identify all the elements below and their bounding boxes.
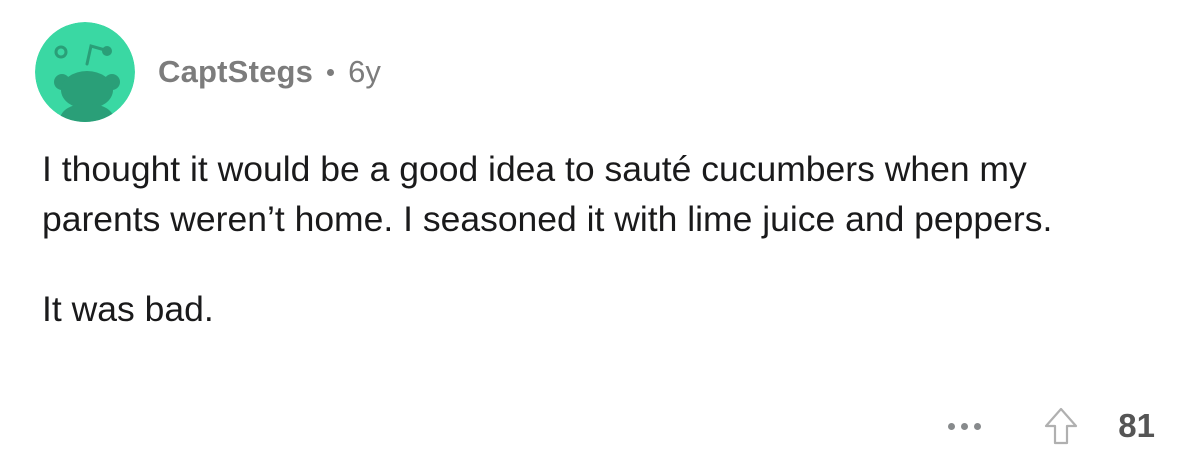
separator-dot [327,68,335,76]
username-link[interactable]: CaptStegs [158,54,313,90]
comment-card: CaptStegs 6y I thought it would be a goo… [0,0,1179,463]
more-options-icon [948,422,955,430]
more-options-icon-dot [961,422,968,430]
comment-actions: 81 [944,398,1155,454]
comment-age: 6y [348,54,381,89]
upvote-button[interactable] [1041,404,1081,448]
comment-body: I thought it would be a good idea to sau… [42,144,1152,334]
snoo-avatar-icon [35,22,135,122]
avatar[interactable] [35,22,135,122]
upvote-arrow-icon [1044,407,1078,445]
more-options-icon-dot [974,422,981,430]
more-options-button[interactable] [944,406,985,446]
vote-score: 81 [1118,407,1155,444]
comment-paragraph: I thought it would be a good idea to sau… [42,149,1053,239]
comment-paragraph: It was bad. [42,289,214,329]
comment-header: CaptStegs 6y [158,50,381,94]
